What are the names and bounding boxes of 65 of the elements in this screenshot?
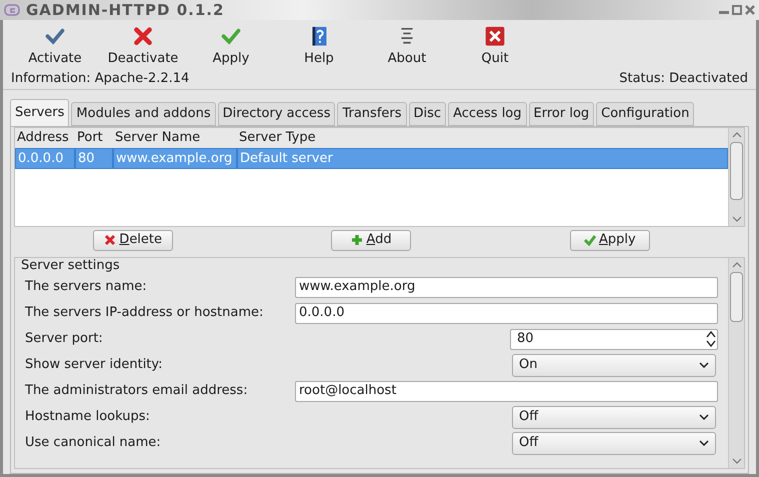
table-cell: 0.0.0.0	[15, 148, 75, 169]
column-header[interactable]: Server Name	[113, 128, 237, 148]
scrollbar[interactable]	[728, 258, 744, 468]
scroll-down-icon	[732, 458, 742, 464]
action-button[interactable]: Apply	[570, 230, 650, 250]
cross-icon	[104, 234, 116, 246]
spin-field[interactable]: 80	[510, 328, 718, 350]
scrollbar[interactable]	[728, 128, 744, 226]
setting-label: Show server identity:	[25, 356, 164, 374]
tab[interactable]: Directory access	[218, 102, 336, 126]
tab[interactable]: Servers	[10, 99, 70, 126]
plus-icon	[351, 234, 364, 246]
maximize-icon[interactable]	[732, 5, 742, 15]
action-button[interactable]: Add	[331, 230, 412, 250]
scroll-thumb[interactable]	[730, 142, 743, 200]
tab[interactable]: Modules and addons	[71, 102, 216, 126]
status-text: Status: Deactivated	[619, 70, 748, 88]
text-field[interactable]: root@localhost	[295, 380, 718, 402]
tab[interactable]: Transfers	[337, 102, 407, 126]
column-header[interactable]: Address	[15, 128, 75, 148]
app-logo-icon	[4, 4, 20, 16]
scroll-thumb[interactable]	[730, 272, 743, 322]
chevron-down-icon	[699, 440, 709, 446]
information-text: Information: Apache-2.2.14	[11, 70, 190, 88]
text-field[interactable]: www.example.org	[295, 276, 718, 298]
setting-label: Use canonical name:	[25, 434, 162, 452]
checkmark-icon	[44, 26, 66, 46]
setting-label: Hostname lookups:	[25, 408, 151, 426]
tab[interactable]: Access log	[448, 102, 527, 126]
scroll-up-icon	[732, 132, 742, 138]
chevron-down-icon	[699, 362, 709, 368]
scroll-down-icon	[732, 216, 742, 222]
toolbar-button[interactable]: Activate	[11, 26, 99, 68]
dropdown[interactable]: Off	[512, 406, 716, 428]
toolbar-button[interactable]: Help	[275, 26, 363, 68]
dropdown[interactable]: On	[512, 354, 716, 376]
table-cell: www.example.org	[113, 148, 237, 169]
cross-icon	[132, 26, 154, 46]
tab[interactable]: Disc	[408, 102, 446, 126]
spin-arrows-icon	[705, 330, 717, 348]
close-icon	[484, 26, 506, 46]
checkmark-icon	[584, 234, 596, 246]
column-header[interactable]: Port	[75, 128, 113, 148]
toolbar-button[interactable]: Deactivate	[99, 26, 187, 68]
toolbar-button[interactable]: About	[363, 26, 451, 68]
scroll-up-icon	[732, 262, 742, 268]
dropdown[interactable]: Off	[512, 432, 716, 454]
setting-label: The servers name:	[25, 278, 148, 296]
toolbar-button[interactable]: Apply	[187, 26, 275, 68]
setting-label: The administrators email address:	[25, 382, 249, 400]
text-field[interactable]: 0.0.0.0	[295, 302, 718, 324]
chevron-down-icon	[699, 414, 709, 420]
setting-label: The servers IP-address or hostname:	[25, 304, 264, 322]
toolbar-button[interactable]: Quit	[451, 26, 539, 68]
group-title: Server settings	[21, 258, 121, 274]
close-icon[interactable]	[745, 5, 755, 15]
table-cell: Default server	[237, 148, 728, 169]
table-cell: 80	[75, 148, 113, 169]
column-header[interactable]: Server Type	[237, 128, 728, 148]
tab[interactable]: Configuration	[596, 102, 694, 126]
tab[interactable]: Error log	[528, 102, 594, 126]
checkmark-icon	[220, 26, 242, 46]
action-button[interactable]: Delete	[93, 230, 174, 250]
setting-label: Server port:	[25, 330, 104, 348]
window-title: GADMIN-HTTPD 0.1.2	[26, 0, 226, 21]
